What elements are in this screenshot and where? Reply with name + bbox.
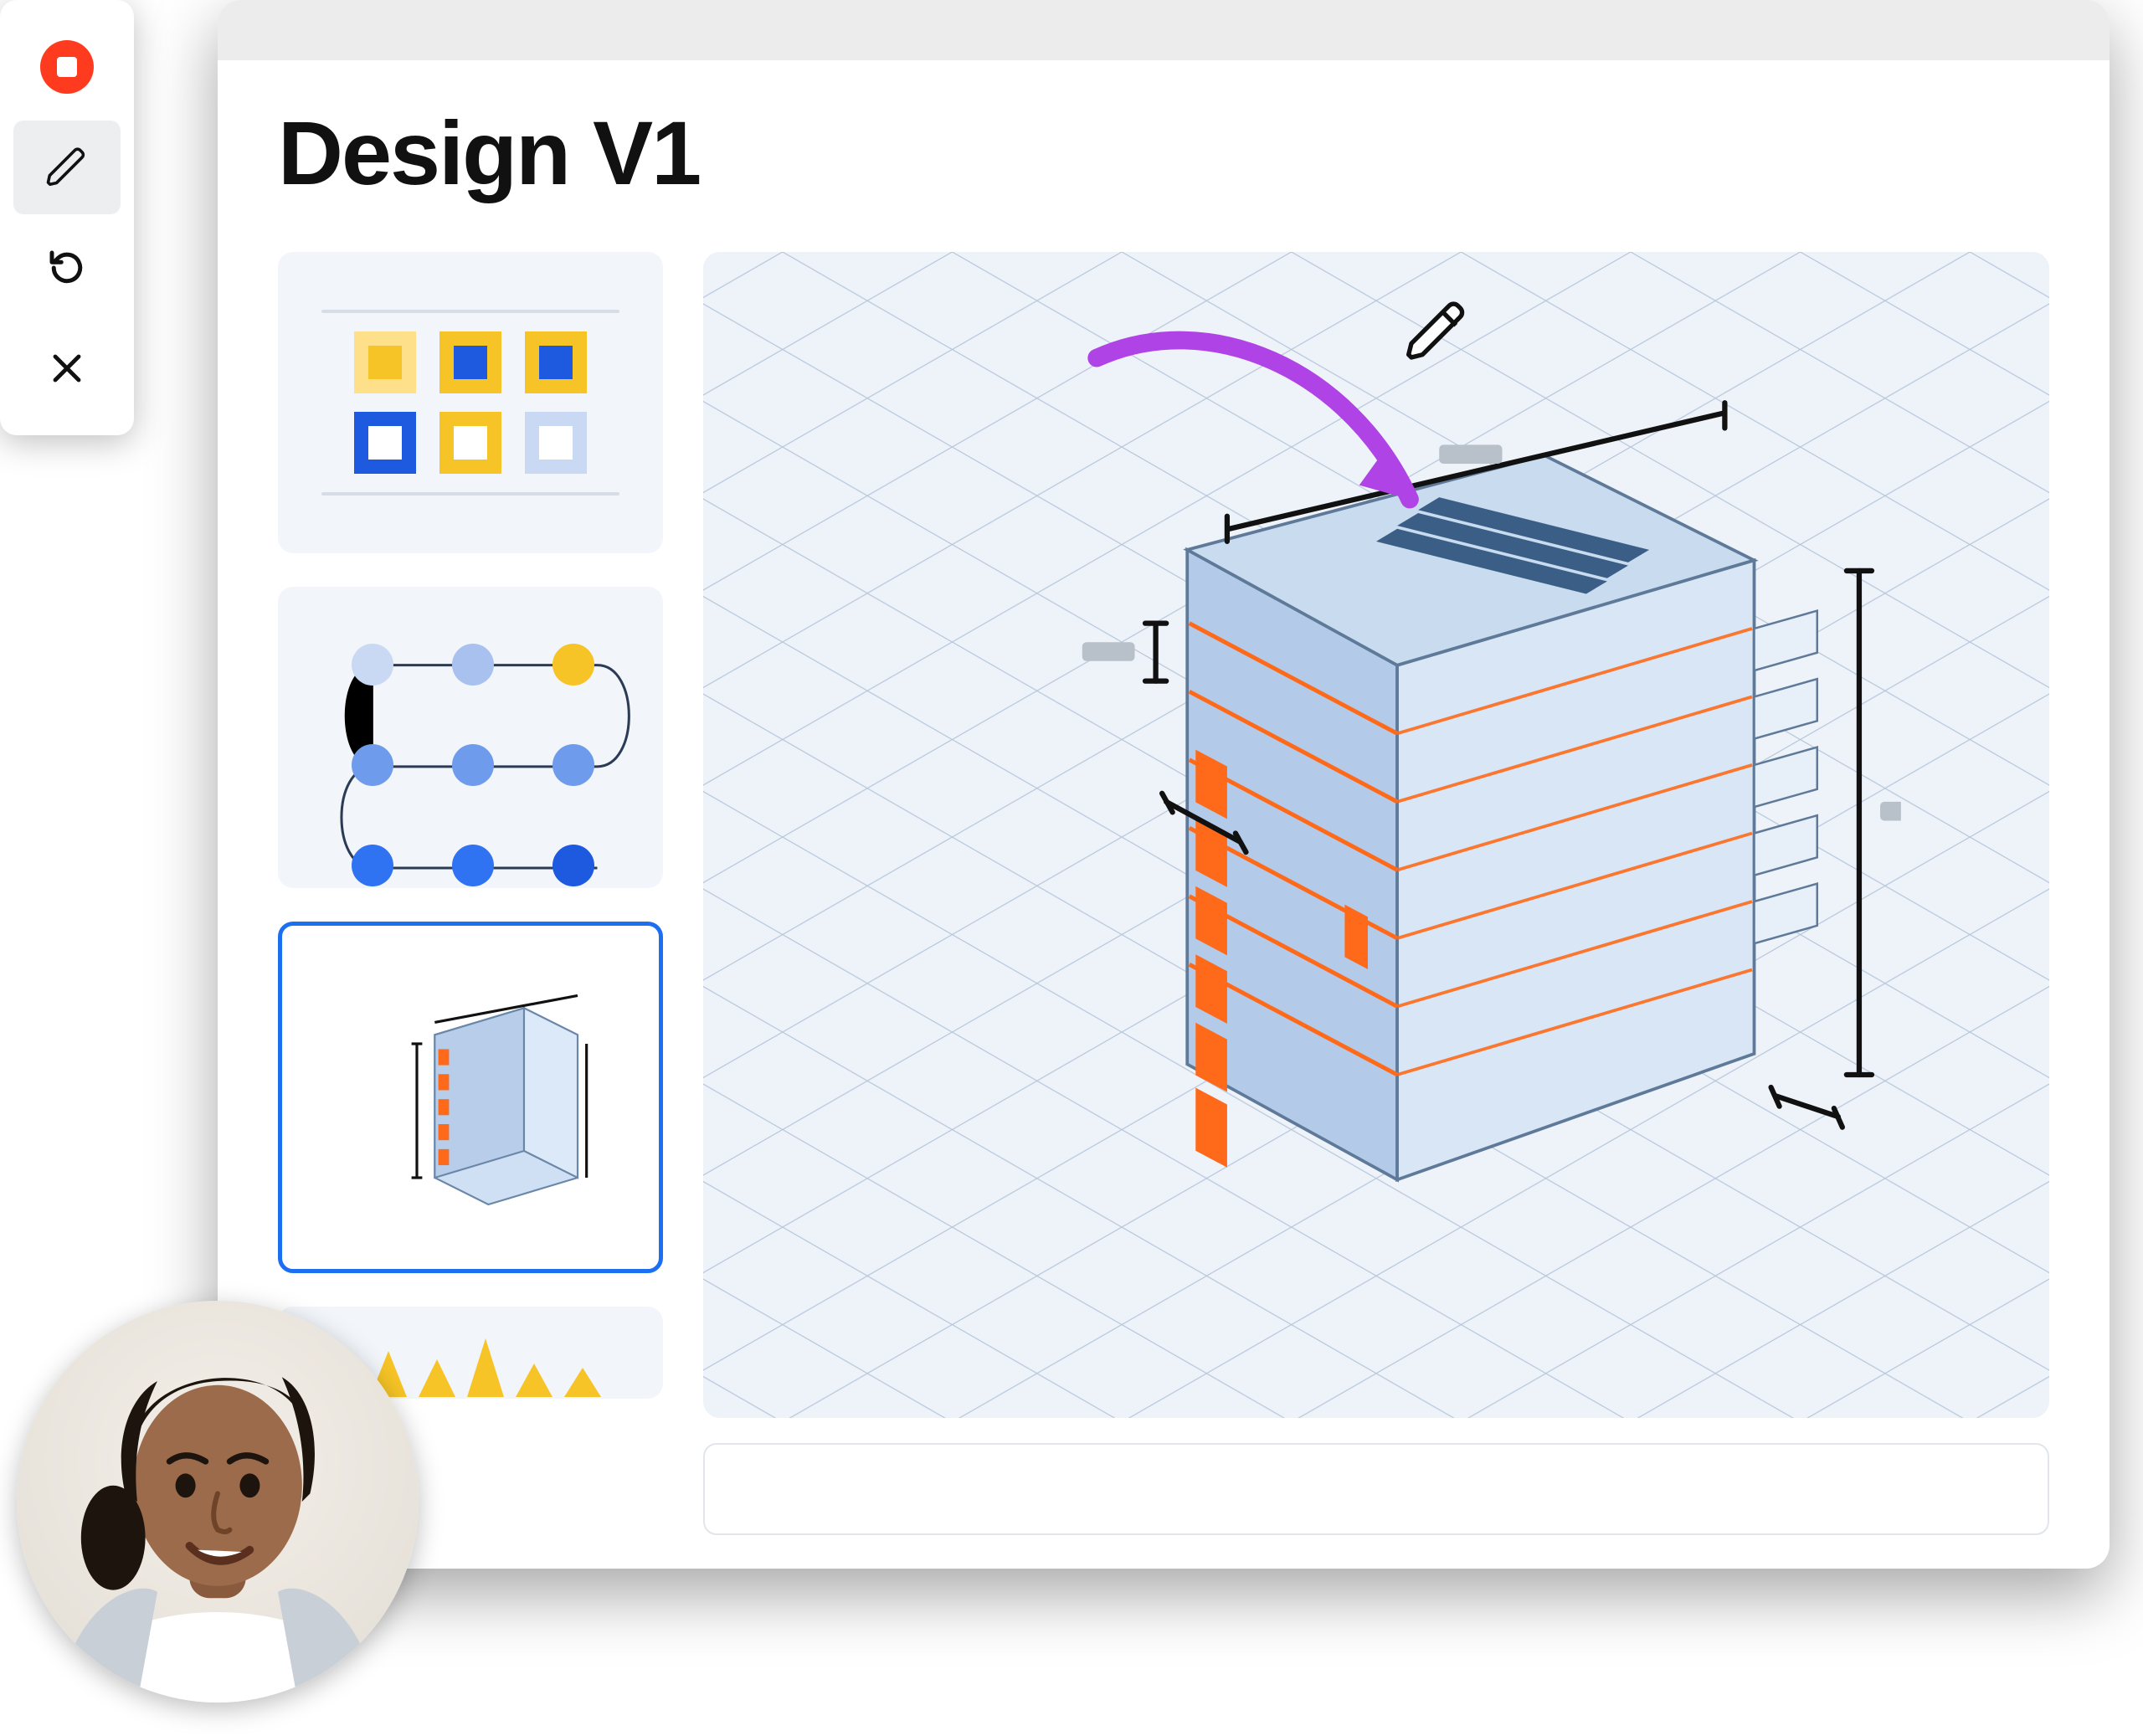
comment-input[interactable] xyxy=(703,1443,2049,1535)
record-icon xyxy=(40,40,94,94)
flow-node xyxy=(352,744,393,786)
swatch xyxy=(354,412,416,474)
chart-bar xyxy=(467,1338,504,1397)
flow-diagram xyxy=(301,610,640,865)
app-window: Design V1 xyxy=(218,0,2110,1569)
window-titlebar xyxy=(218,0,2110,60)
user-avatar[interactable] xyxy=(17,1301,419,1703)
workspace xyxy=(278,252,2049,1535)
chart-bar xyxy=(516,1364,552,1397)
swatch xyxy=(439,412,501,474)
floating-toolbar xyxy=(0,0,134,435)
thumbnail-palette[interactable] xyxy=(278,252,663,553)
canvas-column xyxy=(703,252,2049,1535)
edit-button[interactable] xyxy=(13,121,121,214)
swatch xyxy=(525,412,587,474)
thumbnail-building[interactable] xyxy=(278,922,663,1273)
chart-bar xyxy=(419,1359,455,1397)
swatch-row xyxy=(301,331,640,393)
flow-node xyxy=(552,644,594,686)
swatch xyxy=(439,331,501,393)
record-button[interactable] xyxy=(13,20,121,114)
thumbnail-flow[interactable] xyxy=(278,587,663,888)
flow-node xyxy=(552,845,594,886)
page-title: Design V1 xyxy=(278,100,2049,205)
flow-node xyxy=(352,845,393,886)
swatch xyxy=(354,331,416,393)
flow-node xyxy=(452,845,494,886)
building-thumb-icon xyxy=(337,963,604,1231)
chart-bar xyxy=(564,1368,601,1397)
flow-node xyxy=(452,644,494,686)
swatch-row xyxy=(301,412,640,474)
redo-icon xyxy=(44,245,90,290)
flow-node xyxy=(452,744,494,786)
divider xyxy=(321,310,619,313)
flow-node xyxy=(552,744,594,786)
redo-button[interactable] xyxy=(13,221,121,315)
flow-node xyxy=(352,644,393,686)
close-button[interactable] xyxy=(13,321,121,415)
canvas-pencil-icon xyxy=(1403,299,1470,366)
divider xyxy=(321,492,619,496)
design-canvas[interactable] xyxy=(703,252,2049,1418)
close-icon xyxy=(47,348,87,388)
swatch xyxy=(525,331,587,393)
pencil-icon xyxy=(44,145,90,190)
